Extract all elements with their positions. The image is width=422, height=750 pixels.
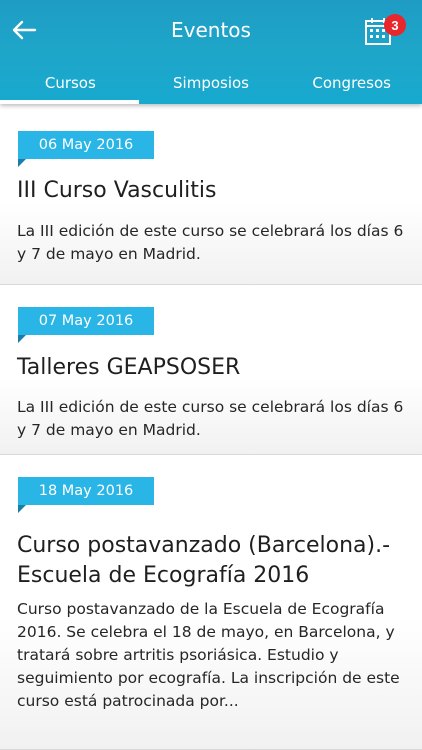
event-card[interactable]: 06 May 2016 III Curso Vasculitis La III … [0,104,422,285]
event-list: 06 May 2016 III Curso Vasculitis La III … [0,104,422,750]
notification-badge: 3 [384,14,406,36]
tab-simposios[interactable]: Simposios [141,64,282,104]
tab-cursos[interactable]: Cursos [0,64,141,104]
event-title: III Curso Vasculitis [17,178,217,203]
app-bar: Eventos 3 Cursos Simposios Congresos [0,0,422,104]
event-description: Curso postavanzado de la Escuela de Ecog… [17,600,400,710]
page-title: Eventos [171,18,251,42]
tab-congresos[interactable]: Congresos [281,64,422,104]
event-date: 07 May 2016 [18,307,154,343]
tab-bar: Cursos Simposios Congresos [0,64,422,104]
event-date: 18 May 2016 [18,477,154,513]
calendar-button[interactable]: 3 [360,12,408,52]
event-date: 06 May 2016 [18,131,154,167]
event-title: Curso postavanzado (Barcelona).- Escuela… [17,533,391,588]
event-description: La III edición de este curso se celebrar… [17,398,404,439]
event-title: Talleres GEAPSOSER [17,355,241,380]
event-card[interactable]: 07 May 2016 Talleres GEAPSOSER La III ed… [0,285,422,455]
event-description: La III edición de este curso se celebrar… [17,222,404,263]
event-card[interactable]: 18 May 2016 Curso postavanzado (Barcelon… [0,455,422,750]
